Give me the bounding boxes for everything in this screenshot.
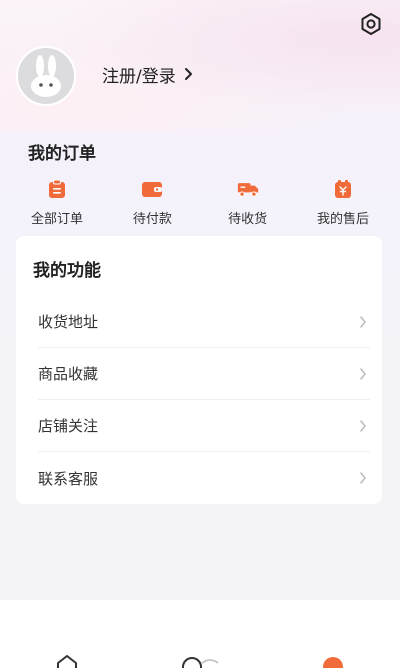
chevron-right-icon <box>356 315 370 329</box>
function-item-customer-service[interactable]: 联系客服 <box>38 452 370 504</box>
home-icon <box>55 654 79 668</box>
functions-card: 我的功能 收货地址 商品收藏 店铺关注 联系客服 <box>16 236 382 504</box>
category-icon <box>180 654 220 668</box>
order-after-sale-label: 我的售后 <box>316 212 369 227</box>
orders-row: 全部订单 待付款 待收货 我的售后 <box>14 178 386 230</box>
clipboard-icon <box>46 178 68 200</box>
bottom-tab-bar <box>0 600 400 668</box>
function-item-followed-stores[interactable]: 店铺关注 <box>38 400 370 452</box>
after-sale-icon <box>332 178 354 200</box>
order-after-sale-button[interactable]: 我的售后 <box>300 178 386 230</box>
orders-section-title: 我的订单 <box>28 144 96 164</box>
tab-profile[interactable] <box>303 600 363 668</box>
functions-list: 收货地址 商品收藏 店铺关注 联系客服 <box>16 296 382 504</box>
settings-button[interactable] <box>358 11 384 37</box>
chevron-right-icon <box>356 419 370 433</box>
function-item-label: 联系客服 <box>38 469 99 488</box>
function-item-favorites[interactable]: 商品收藏 <box>38 348 370 400</box>
functions-section-title: 我的功能 <box>33 261 101 281</box>
profile-icon <box>321 654 345 668</box>
function-item-label: 收货地址 <box>38 313 99 331</box>
wallet-icon <box>141 178 163 200</box>
chevron-right-icon <box>356 367 370 381</box>
order-unpaid-label: 待付款 <box>132 212 172 227</box>
order-all-button[interactable]: 全部订单 <box>14 178 100 230</box>
function-item-label: 商品收藏 <box>38 365 99 383</box>
login-label: 注册/登录 <box>102 66 176 87</box>
gear-icon <box>361 13 381 35</box>
order-all-label: 全部订单 <box>30 212 83 227</box>
order-unpaid-button[interactable]: 待付款 <box>109 178 195 230</box>
truck-icon <box>237 178 259 200</box>
tab-home[interactable] <box>37 600 97 668</box>
chevron-right-icon <box>184 68 192 80</box>
rabbit-avatar-icon <box>31 55 61 97</box>
order-unreceived-button[interactable]: 待收货 <box>205 178 291 230</box>
login-link[interactable]: 注册/登录 <box>102 62 194 87</box>
chevron-right-icon <box>356 471 370 485</box>
avatar[interactable] <box>16 46 76 106</box>
function-item-address[interactable]: 收货地址 <box>38 296 370 348</box>
function-item-label: 店铺关注 <box>38 417 99 435</box>
tab-category[interactable] <box>170 600 230 668</box>
order-unreceived-label: 待收货 <box>228 212 268 227</box>
